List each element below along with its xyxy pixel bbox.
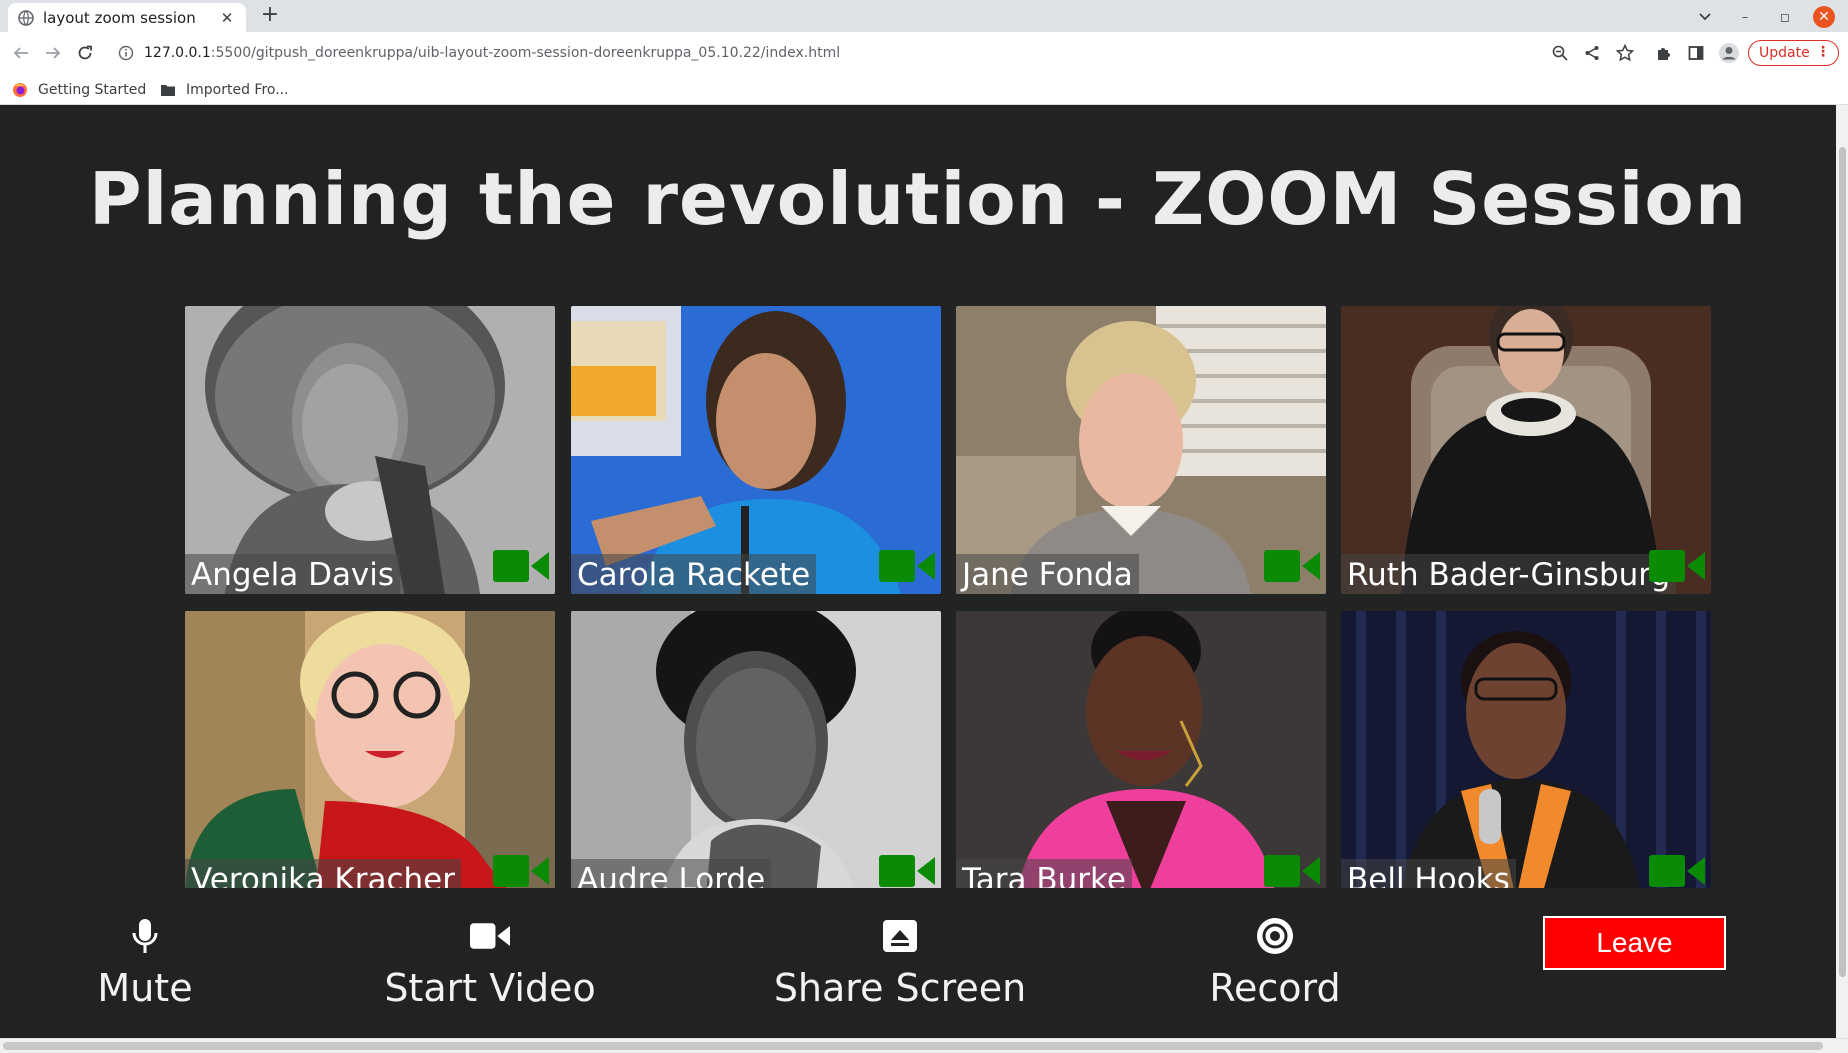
participant-tile[interactable]: Ruth Bader-Ginsburg [1341, 306, 1711, 594]
zoom-magnifier-icon[interactable] [1548, 41, 1572, 65]
scroll-thumb-horizontal[interactable] [3, 1042, 1823, 1050]
video-camera-icon [470, 916, 510, 956]
close-tab-icon[interactable]: ✕ [218, 9, 236, 27]
back-arrow-icon[interactable] [9, 41, 33, 65]
bookmark-getting-started[interactable]: Getting Started [12, 79, 146, 101]
info-icon[interactable] [118, 45, 134, 61]
participant-tile[interactable]: Audre Lorde [571, 611, 941, 899]
address-bar[interactable]: 127.0.0.1:5500/gitpush_doreenkruppa/uib-… [108, 37, 1618, 69]
participant-tile[interactable]: Bell Hooks [1341, 611, 1711, 899]
bookmarks-bar: Getting Started Imported Fro... [0, 74, 1848, 105]
share-screen-label: Share Screen [773, 966, 1027, 1010]
extensions-puzzle-icon[interactable] [1652, 41, 1676, 65]
bookmark-imported-folder[interactable]: Imported Fro... [160, 79, 289, 101]
participant-tile[interactable]: Tara Burke [956, 611, 1326, 899]
new-tab-button[interactable]: + [258, 3, 282, 27]
video-camera-icon[interactable] [1264, 548, 1322, 584]
start-video-button[interactable]: Start Video [380, 888, 600, 1038]
participant-name: Carola Rackete [571, 554, 817, 594]
video-camera-icon[interactable] [1264, 853, 1322, 889]
participant-tile[interactable]: Jane Fonda [956, 306, 1326, 594]
reload-icon[interactable] [73, 41, 97, 65]
record-icon [1255, 916, 1295, 956]
participant-tile[interactable]: Carola Rackete [571, 306, 941, 594]
side-panel-icon[interactable] [1684, 41, 1708, 65]
forward-arrow-icon[interactable] [41, 41, 65, 65]
tab-title: layout zoom session [43, 8, 196, 27]
participant-name: Angela Davis [185, 554, 401, 594]
share-icon[interactable] [1580, 41, 1604, 65]
participant-name: Ruth Bader-Ginsburg [1341, 554, 1677, 594]
profile-avatar-icon[interactable] [1717, 41, 1741, 65]
bookmark-label: Imported Fro... [186, 82, 289, 98]
page-viewport: Planning the revolution - ZOOM Session A… [0, 105, 1836, 1038]
session-header: Planning the revolution - ZOOM Session [0, 105, 1836, 303]
update-label: Update [1759, 45, 1810, 61]
page-title: Planning the revolution - ZOOM Session [88, 157, 1748, 241]
record-label: Record [1209, 966, 1341, 1010]
share-screen-button[interactable]: Share Screen [774, 888, 1026, 1038]
mute-button[interactable]: Mute [65, 888, 225, 1038]
share-screen-icon [880, 916, 920, 956]
video-camera-icon[interactable] [493, 548, 551, 584]
video-camera-icon[interactable] [879, 853, 937, 889]
browser-toolbar: 127.0.0.1:5500/gitpush_doreenkruppa/uib-… [0, 32, 1848, 74]
participant-tile[interactable]: Angela Davis [185, 306, 555, 594]
horizontal-scrollbar[interactable] [0, 1038, 1848, 1053]
video-camera-icon[interactable] [493, 853, 551, 889]
record-button[interactable]: Record [1200, 888, 1350, 1038]
meeting-controls-bar: Mute Start Video Share Screen Record Lea… [0, 888, 1836, 1038]
firefox-icon [13, 83, 27, 97]
participant-grid: Angela Davis Carola Rackete Jane Fonda R… [185, 306, 1711, 899]
vertical-scrollbar[interactable] [1836, 105, 1848, 1038]
mute-label: Mute [97, 966, 193, 1010]
folder-icon [161, 85, 175, 96]
microphone-icon [125, 916, 165, 956]
video-camera-icon[interactable] [1649, 853, 1707, 889]
leave-button[interactable]: Leave [1543, 916, 1726, 970]
tab-strip: layout zoom session ✕ + – ◻ ✕ [0, 0, 1848, 32]
scroll-thumb[interactable] [1839, 147, 1846, 977]
update-button[interactable]: Update ⋮ [1748, 40, 1839, 66]
browser-tab[interactable]: layout zoom session ✕ [8, 3, 246, 32]
close-window-button[interactable]: ✕ [1813, 6, 1835, 28]
minimize-button[interactable]: – [1734, 6, 1756, 28]
bookmark-label: Getting Started [38, 82, 147, 98]
participant-name: Jane Fonda [956, 554, 1139, 594]
restore-button[interactable]: ◻ [1774, 6, 1796, 28]
participant-tile[interactable]: Veronika Kracher [185, 611, 555, 899]
url-text: 127.0.0.1:5500/gitpush_doreenkruppa/uib-… [144, 45, 841, 61]
start-video-label: Start Video [384, 966, 596, 1010]
menu-dots-icon[interactable]: ⋮ [1816, 44, 1830, 60]
video-camera-icon[interactable] [1649, 548, 1707, 584]
bookmark-star-icon[interactable] [1613, 41, 1637, 65]
chevron-down-icon[interactable] [1694, 6, 1716, 28]
video-camera-icon[interactable] [879, 548, 937, 584]
globe-icon [18, 9, 34, 26]
